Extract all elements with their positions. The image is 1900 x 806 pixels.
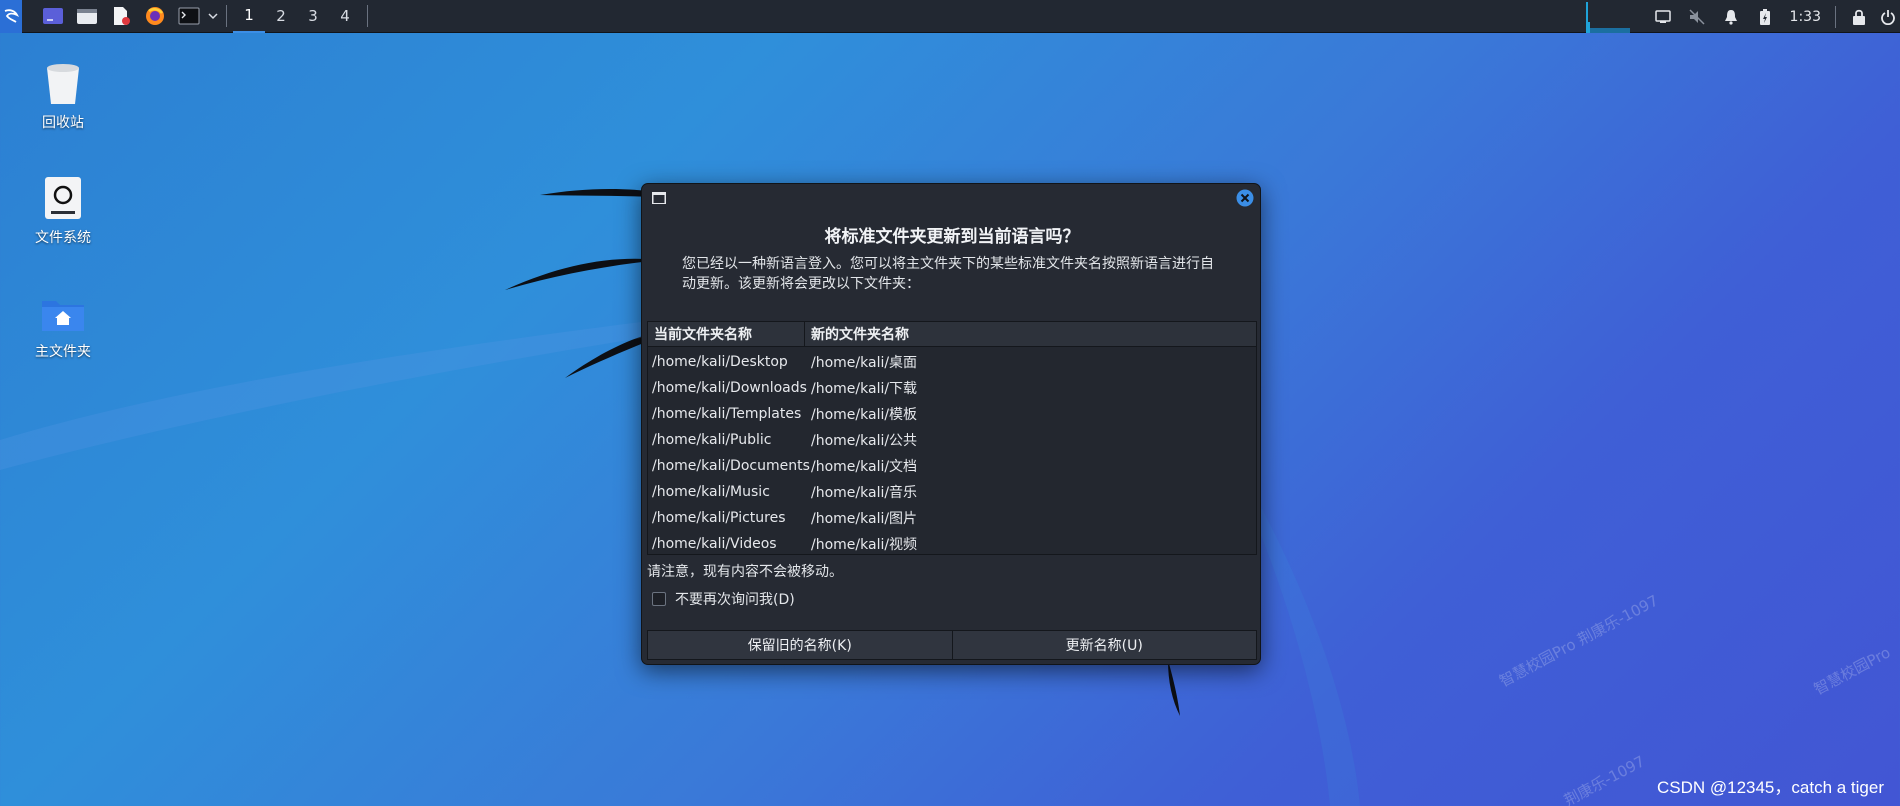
lock-screen-button[interactable]: [1842, 0, 1876, 33]
power-icon: [1881, 9, 1895, 25]
drive-icon: [45, 177, 81, 219]
panel-separator: [367, 5, 368, 27]
new-folder-cell: /home/kali/桌面: [811, 355, 918, 371]
desktop-home[interactable]: 主文件夹: [8, 295, 118, 361]
show-desktop-button[interactable]: [36, 0, 70, 33]
new-folder-cell: /home/kali/下载: [811, 381, 918, 397]
lock-icon: [1853, 9, 1865, 25]
keep-old-names-button[interactable]: 保留旧的名称(K): [647, 630, 953, 660]
text-editor-icon: [114, 7, 130, 25]
current-folder-cell: /home/kali/Desktop: [652, 354, 788, 370]
battery-button[interactable]: [1748, 0, 1782, 33]
desktop-filesystem[interactable]: 文件系统: [8, 175, 118, 247]
current-folder-cell: /home/kali/Documents: [652, 458, 810, 474]
firefox-launcher[interactable]: [138, 0, 172, 33]
table-row[interactable]: /home/kali/Desktop /home/kali/桌面: [648, 349, 1256, 375]
desktop-home-label: 主文件夹: [35, 344, 91, 360]
desktop-trash[interactable]: 回收站: [8, 58, 118, 132]
new-folder-cell: /home/kali/音乐: [811, 485, 918, 501]
clock[interactable]: 1:33: [1782, 0, 1829, 33]
new-folder-cell: /home/kali/图片: [811, 511, 918, 527]
new-folder-cell: /home/kali/公共: [811, 433, 918, 449]
workspace-2[interactable]: 2: [265, 0, 297, 33]
volume-muted-icon: [1689, 8, 1705, 25]
new-folder-cell: /home/kali/文档: [811, 459, 918, 475]
terminal-launcher[interactable]: [172, 0, 206, 33]
system-tray: 1:33: [1584, 0, 1900, 33]
chevron-down-icon: [208, 13, 218, 20]
desktop-icon: [43, 8, 63, 24]
table-row[interactable]: /home/kali/Videos /home/kali/视频: [648, 531, 1256, 557]
table-row[interactable]: /home/kali/Documents /home/kali/文档: [648, 453, 1256, 479]
dont-ask-again-checkbox[interactable]: [652, 592, 666, 606]
rename-folders-dialog: 将标准文件夹更新到当前语言吗？ 您已经以一种新语言登入。您可以将主文件夹下的某些…: [641, 183, 1261, 665]
current-folder-cell: /home/kali/Templates: [652, 406, 802, 422]
kali-menu-button[interactable]: [0, 0, 22, 33]
table-row[interactable]: /home/kali/Public /home/kali/公共: [648, 427, 1256, 453]
current-folder-cell: /home/kali/Downloads: [652, 380, 807, 396]
workspace-1[interactable]: 1: [233, 0, 265, 33]
dialog-note: 请注意，现有内容不会被移动。: [647, 564, 843, 580]
notifications-button[interactable]: [1714, 0, 1748, 33]
new-folder-cell: /home/kali/视频: [811, 537, 918, 553]
column-header-current[interactable]: 当前文件夹名称: [648, 322, 805, 346]
new-folder-cell: /home/kali/模板: [811, 407, 918, 423]
panel-separator: [226, 5, 227, 27]
current-folder-cell: /home/kali/Videos: [652, 536, 777, 552]
cpu-graph: [1584, 0, 1632, 33]
table-row[interactable]: /home/kali/Downloads /home/kali/下载: [648, 375, 1256, 401]
text-editor-launcher[interactable]: [104, 0, 138, 33]
logout-button[interactable]: [1876, 0, 1900, 33]
kali-logo-icon: [4, 9, 20, 23]
battery-charging-icon: [1759, 8, 1770, 25]
terminal-icon: [178, 7, 200, 25]
file-manager-launcher[interactable]: [70, 0, 104, 33]
table-row[interactable]: /home/kali/Templates /home/kali/模板: [648, 401, 1256, 427]
dialog-title: 将标准文件夹更新到当前语言吗？: [824, 227, 1080, 247]
volume-button[interactable]: [1680, 0, 1714, 33]
table-row[interactable]: /home/kali/Music /home/kali/音乐: [648, 479, 1256, 505]
current-folder-cell: /home/kali/Pictures: [652, 510, 786, 526]
update-names-button[interactable]: 更新名称(U): [952, 630, 1257, 660]
monitor-icon: [1654, 9, 1671, 23]
dont-ask-again-row[interactable]: 不要再次询问我(D): [652, 589, 795, 609]
dialog-buttons: 保留旧的名称(K) 更新名称(U): [647, 630, 1257, 660]
current-folder-cell: /home/kali/Public: [652, 432, 772, 448]
window-icon: [652, 192, 666, 204]
table-header: 当前文件夹名称 新的文件夹名称: [648, 322, 1256, 347]
close-icon[interactable]: [1236, 189, 1254, 207]
workspace-4[interactable]: 4: [329, 0, 361, 33]
credit-text: CSDN @12345，catch a tiger: [1656, 778, 1884, 797]
panel-separator: [1835, 5, 1836, 28]
display-button[interactable]: [1646, 0, 1680, 33]
desktop-filesystem-label: 文件系统: [35, 230, 91, 246]
firefox-icon: [146, 7, 164, 25]
workspace-3[interactable]: 3: [297, 0, 329, 33]
cpu-graph-icon: [1585, 2, 1630, 33]
table-body: /home/kali/Desktop /home/kali/桌面 /home/k…: [648, 347, 1256, 557]
folder-table[interactable]: 当前文件夹名称 新的文件夹名称 /home/kali/Desktop /home…: [647, 321, 1257, 555]
home-folder-icon: [42, 301, 84, 331]
table-row[interactable]: /home/kali/Pictures /home/kali/图片: [648, 505, 1256, 531]
trash-icon: [47, 64, 79, 104]
top-panel: 1 2 3 4 1:33: [0, 0, 1900, 33]
dialog-description: 您已经以一种新语言登入。您可以将主文件夹下的某些标准文件夹名按照新语言进行自动更…: [682, 256, 1214, 292]
bell-icon: [1724, 9, 1737, 25]
desktop-trash-label: 回收站: [42, 115, 84, 131]
current-folder-cell: /home/kali/Music: [652, 484, 770, 500]
terminal-dropdown[interactable]: [206, 0, 220, 33]
file-manager-icon: [77, 9, 97, 24]
dont-ask-again-label[interactable]: 不要再次询问我(D): [675, 589, 795, 609]
column-header-new[interactable]: 新的文件夹名称: [805, 322, 909, 346]
